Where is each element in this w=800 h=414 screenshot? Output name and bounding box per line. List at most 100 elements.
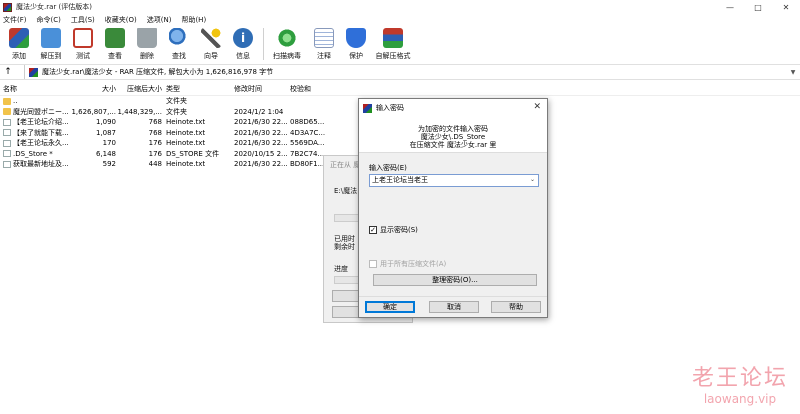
add-archive-icon [9,28,29,48]
toolbar-info-label: 信息 [236,52,250,60]
menu-file[interactable]: 文件(F) [3,15,27,25]
file-name: 获取最新地址及... [0,159,70,169]
watermark-title: 老王论坛 [691,366,788,391]
toolbar-sfx-button[interactable]: 自解压格式 [373,26,413,61]
shield-icon [346,28,366,48]
file-name: .DS_Store * [0,150,70,158]
file-type: Heinote.txt [166,139,206,148]
file-checksum: 088D65... [290,118,325,127]
menu-tools[interactable]: 工具(S) [71,15,95,25]
file-packed-size: 1,448,329,... [117,107,162,116]
file-icon [3,118,11,126]
use-for-all-checkbox-row: 用于所有压缩文件(A) [369,259,446,269]
file-checksum: BD80F1... [290,160,325,169]
use-for-all-checkbox [369,260,377,268]
file-name-text: 【来了就能下载... [13,128,69,137]
file-packed-size: 448 [148,160,162,169]
file-name-text: 获取最新地址及... [13,160,69,169]
file-name-text: .. [13,97,18,106]
window-title: 魔法少女.rar (评估版本) [16,3,92,11]
menu-options[interactable]: 选项(N) [147,15,172,25]
file-checksum: 4D3A7C... [290,128,326,137]
column-type[interactable]: 类型 [162,84,232,94]
progress-target-path: E:\魔法 [334,187,358,195]
toolbar-extract-button[interactable]: 解压到 [36,26,66,61]
file-name-text: 魔光同盟ポニー... [13,107,69,116]
file-type: Heinote.txt [166,128,206,137]
trash-icon [137,28,157,48]
toolbar-sfx-label: 自解压格式 [375,52,411,60]
virus-scan-icon [277,28,297,48]
toolbar-test-button[interactable]: 测试 [68,26,98,61]
sfx-box-icon [383,28,403,48]
window-controls: — □ ✕ [716,0,800,14]
toolbar-find-label: 查找 [172,52,186,60]
help-button[interactable]: 帮助 [491,301,541,313]
maximize-button[interactable]: □ [744,0,772,14]
file-type: 文件夹 [166,107,187,116]
file-icon [3,139,11,147]
file-icon [3,160,11,168]
password-input[interactable]: 上老王论坛当老王 [369,174,539,187]
file-icon [3,129,11,137]
file-size: 1,090 [95,118,116,127]
toolbar-protect-button[interactable]: 保护 [341,26,371,61]
toolbar: 添加 解压到 测试 查看 删除 查找 向导 i 信息 扫描病毒 注释 保护 自解… [0,26,800,63]
dialog-close-icon[interactable]: ✕ [533,102,541,112]
toolbar-comment-button[interactable]: 注释 [309,26,339,61]
file-modified: 2021/6/30 22... [234,139,288,148]
file-name: .. [0,97,70,105]
minimize-button[interactable]: — [716,0,744,14]
file-modified: 2021/6/30 22... [234,160,288,169]
path-display[interactable]: 魔法少女.rar\魔法少女 - RAR 压缩文件, 解包大小为 1,626,81… [24,65,786,79]
column-checksum[interactable]: 校验和 [288,84,328,94]
show-password-checkbox-row[interactable]: ✓ 显示密码(S) [369,225,418,235]
toolbar-view-button[interactable]: 查看 [100,26,130,61]
file-size: 6,148 [95,149,116,158]
title-bar: 魔法少女.rar (评估版本) — □ ✕ [0,0,800,14]
toolbar-view-label: 查看 [108,52,122,60]
progress-label: 进度 [334,265,348,273]
toolbar-wizard-button[interactable]: 向导 [196,26,226,61]
toolbar-test-label: 测试 [76,52,90,60]
file-packed-size: 768 [148,118,162,127]
dialog-footer: 确定 取消 帮助 [359,296,547,318]
path-dropdown-icon[interactable]: ▼ [786,69,800,76]
organize-passwords-button[interactable]: 整理密码(O)... [373,274,537,286]
file-name: 【来了就能下载... [0,128,70,138]
toolbar-add-button[interactable]: 添加 [4,26,34,61]
toolbar-info-button[interactable]: i 信息 [228,26,258,61]
close-button[interactable]: ✕ [772,0,800,14]
column-packed[interactable]: 压缩后大小 [116,84,162,94]
toolbar-find-button[interactable]: 查找 [164,26,194,61]
file-modified: 2021/6/30 22... [234,128,288,137]
progress-remaining-label: 剩余时 [334,243,355,251]
password-dropdown-icon[interactable]: ⌄ [530,176,535,183]
menu-commands[interactable]: 命令(C) [37,15,61,25]
file-packed-size: 176 [148,139,162,148]
dialog-body: 输入密码(E) 上老王论坛当老王 ⌄ ✓ 显示密码(S) 用于所有压缩文件(A)… [359,154,547,296]
toolbar-extract-label: 解压到 [40,52,62,60]
toolbar-delete-button[interactable]: 删除 [132,26,162,61]
use-for-all-label: 用于所有压缩文件(A) [380,260,447,268]
show-password-label: 显示密码(S) [380,226,418,234]
ok-button[interactable]: 确定 [365,301,415,313]
up-arrow-icon[interactable]: ↑ [0,67,16,77]
show-password-checkbox[interactable]: ✓ [369,226,377,234]
password-label: 输入密码(E) [369,164,407,172]
view-book-icon [105,28,125,48]
menu-help[interactable]: 帮助(H) [181,15,206,25]
column-size[interactable]: 大小 [70,84,116,94]
file-checksum: 5569DA... [290,139,325,148]
file-name: 【老王论坛介绍... [0,117,70,127]
test-checklist-icon [73,28,93,48]
column-name[interactable]: 名称 [0,84,70,94]
column-modified[interactable]: 修改时间 [232,84,288,94]
winrar-dialog-icon [363,103,372,113]
toolbar-virus-scan-button[interactable]: 扫描病毒 [267,26,307,61]
file-name: 魔光同盟ポニー... [0,107,70,117]
dialog-instruction: 为加密的文件输入密码 [418,125,488,133]
cancel-button[interactable]: 取消 [429,301,479,313]
menu-favorites[interactable]: 收藏夹(O) [105,15,137,25]
toolbar-wizard-label: 向导 [204,52,218,60]
